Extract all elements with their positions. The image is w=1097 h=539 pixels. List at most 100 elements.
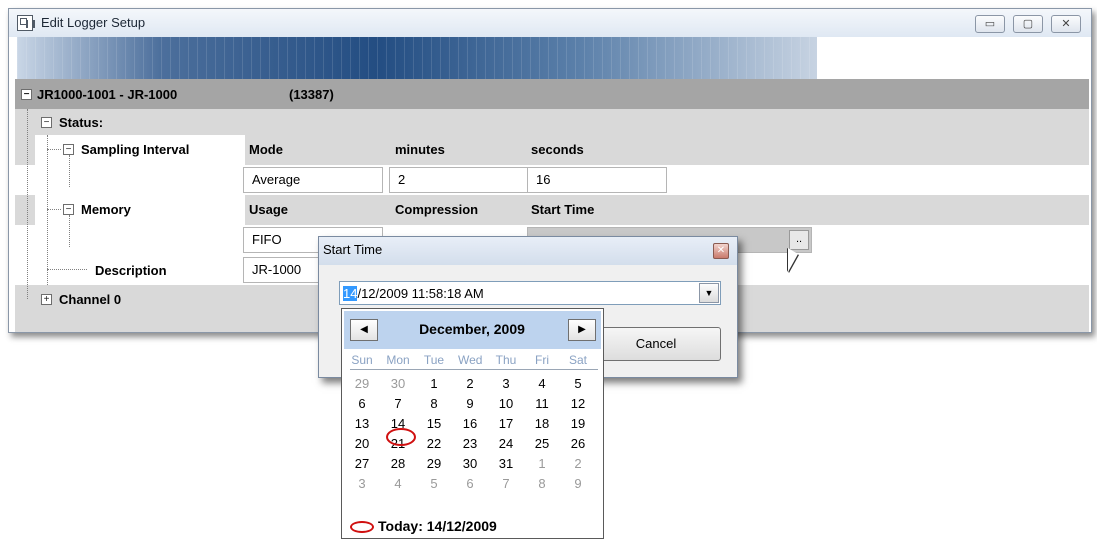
sampling-header-row: − Sampling Interval Mode minutes seconds	[15, 135, 1089, 165]
minimize-button[interactable]: ▭	[975, 15, 1005, 33]
close-button[interactable]: ✕	[1051, 15, 1081, 33]
app-icon	[17, 15, 35, 31]
seconds-header: seconds	[531, 142, 584, 157]
calendar-day[interactable]: 29	[422, 456, 446, 471]
calendar-day[interactable]: 25	[530, 436, 554, 451]
start-time-value: 14/12/2009 11:58:18 AM	[343, 286, 484, 301]
collapse-memory-icon[interactable]: −	[63, 204, 74, 215]
today-text: Today: 14/12/2009	[378, 518, 497, 534]
calendar-day[interactable]: 7	[386, 396, 410, 411]
calendar-day[interactable]: 1	[530, 456, 554, 471]
calendar-day[interactable]: 9	[566, 476, 590, 491]
tree-line	[47, 135, 48, 285]
today-circle-icon	[350, 521, 374, 534]
calendar-day[interactable]: 5	[422, 476, 446, 491]
calendar-day[interactable]: 3	[494, 376, 518, 391]
collapse-status-icon[interactable]: −	[41, 117, 52, 128]
collapse-sampling-icon[interactable]: −	[63, 144, 74, 155]
calendar-header: ◀ December, 2009 ▶	[344, 311, 601, 349]
calendar-day[interactable]: 23	[458, 436, 482, 451]
calendar-day[interactable]: 8	[422, 396, 446, 411]
start-time-header: Start Time	[531, 202, 595, 217]
calendar-day[interactable]: 24	[494, 436, 518, 451]
today-circle-mark	[386, 428, 416, 446]
calendar-day[interactable]: 3	[350, 476, 374, 491]
calendar-day[interactable]: 7	[494, 476, 518, 491]
weekday-label: Tue	[423, 353, 445, 367]
calendar-day[interactable]: 6	[458, 476, 482, 491]
calendar-day[interactable]: 31	[494, 456, 518, 471]
compression-header: Compression	[395, 202, 479, 217]
dialog-close-icon[interactable]: ✕	[713, 243, 729, 259]
sampling-interval-label: Sampling Interval	[81, 142, 190, 157]
weekday-label: Sun	[351, 353, 373, 367]
mode-field[interactable]: Average	[243, 167, 383, 193]
weekday-label: Fri	[535, 353, 549, 367]
restore-button[interactable]: ▢	[1013, 15, 1043, 33]
logger-root-row[interactable]: − JR1000-1001 - JR-1000 (13387)	[15, 79, 1089, 109]
cancel-button[interactable]: Cancel	[591, 327, 721, 361]
calendar-day[interactable]: 13	[350, 416, 374, 431]
header-banner-image	[17, 37, 817, 79]
calendar-day[interactable]: 12	[566, 396, 590, 411]
previous-month-icon[interactable]: ◀	[350, 319, 378, 341]
title-bar[interactable]: Edit Logger Setup ▭ ▢ ✕	[9, 9, 1091, 37]
selected-day-segment[interactable]: 14	[343, 286, 358, 301]
next-month-icon[interactable]: ▶	[568, 319, 596, 341]
calendar-day[interactable]: 15	[422, 416, 446, 431]
dropdown-arrow-icon[interactable]: ▼	[699, 283, 719, 303]
calendar-day[interactable]: 30	[386, 376, 410, 391]
tree-line	[47, 209, 61, 210]
calendar-day[interactable]: 20	[350, 436, 374, 451]
calendar-day[interactable]: 29	[350, 376, 374, 391]
memory-header-row: − Memory Usage Compression Start Time	[15, 195, 1089, 225]
calendar-day[interactable]: 18	[530, 416, 554, 431]
calendar-day[interactable]: 26	[566, 436, 590, 451]
calendar-month-title[interactable]: December, 2009	[386, 321, 558, 337]
minutes-field[interactable]: 2	[389, 167, 529, 193]
status-row[interactable]: − Status:	[15, 109, 1089, 135]
calendar-day[interactable]: 1	[422, 376, 446, 391]
memory-label: Memory	[81, 202, 131, 217]
calendar-day[interactable]: 11	[530, 396, 554, 411]
channel-0-label: Channel 0	[59, 292, 122, 307]
calendar-day[interactable]: 2	[458, 376, 482, 391]
window-title: Edit Logger Setup	[41, 15, 146, 30]
calendar-day[interactable]: 30	[458, 456, 482, 471]
description-label: Description	[95, 263, 167, 278]
calendar-day[interactable]: 8	[530, 476, 554, 491]
calendar-day[interactable]: 6	[350, 396, 374, 411]
status-label: Status:	[59, 115, 104, 130]
mode-header: Mode	[249, 142, 283, 157]
expand-channel-icon[interactable]: +	[41, 294, 52, 305]
logger-id: (13387)	[289, 87, 334, 102]
calendar-day[interactable]: 5	[566, 376, 590, 391]
start-time-ellipsis-button[interactable]: ..	[789, 230, 809, 250]
logger-name: JR1000-1001 - JR-1000	[37, 87, 178, 102]
calendar-day[interactable]: 22	[422, 436, 446, 451]
calendar-day[interactable]: 17	[494, 416, 518, 431]
calendar-day[interactable]: 4	[530, 376, 554, 391]
tree-line	[47, 149, 61, 150]
mouse-cursor-icon	[788, 248, 798, 272]
sampling-values-row: Average 2 16	[15, 165, 1089, 195]
today-link[interactable]: Today: 14/12/2009	[350, 518, 497, 534]
calendar-day[interactable]: 19	[566, 416, 590, 431]
tree-line	[69, 155, 70, 187]
weekday-label: Thu	[495, 353, 517, 367]
calendar-day[interactable]: 16	[458, 416, 482, 431]
start-time-picker[interactable]: 14/12/2009 11:58:18 AM ▼	[339, 281, 721, 305]
seconds-field[interactable]: 16	[527, 167, 667, 193]
calendar-day[interactable]: 10	[494, 396, 518, 411]
calendar-day[interactable]: 2	[566, 456, 590, 471]
weekday-label: Wed	[458, 353, 483, 367]
calendar-day[interactable]: 28	[386, 456, 410, 471]
dialog-title-bar[interactable]: Start Time ✕	[319, 237, 737, 265]
minutes-header: minutes	[395, 142, 445, 157]
weekday-label: Mon	[386, 353, 410, 367]
calendar-day[interactable]: 4	[386, 476, 410, 491]
calendar-day[interactable]: 27	[350, 456, 374, 471]
collapse-root-icon[interactable]: −	[21, 89, 32, 100]
calendar-day[interactable]: 9	[458, 396, 482, 411]
tree-line	[69, 215, 70, 247]
